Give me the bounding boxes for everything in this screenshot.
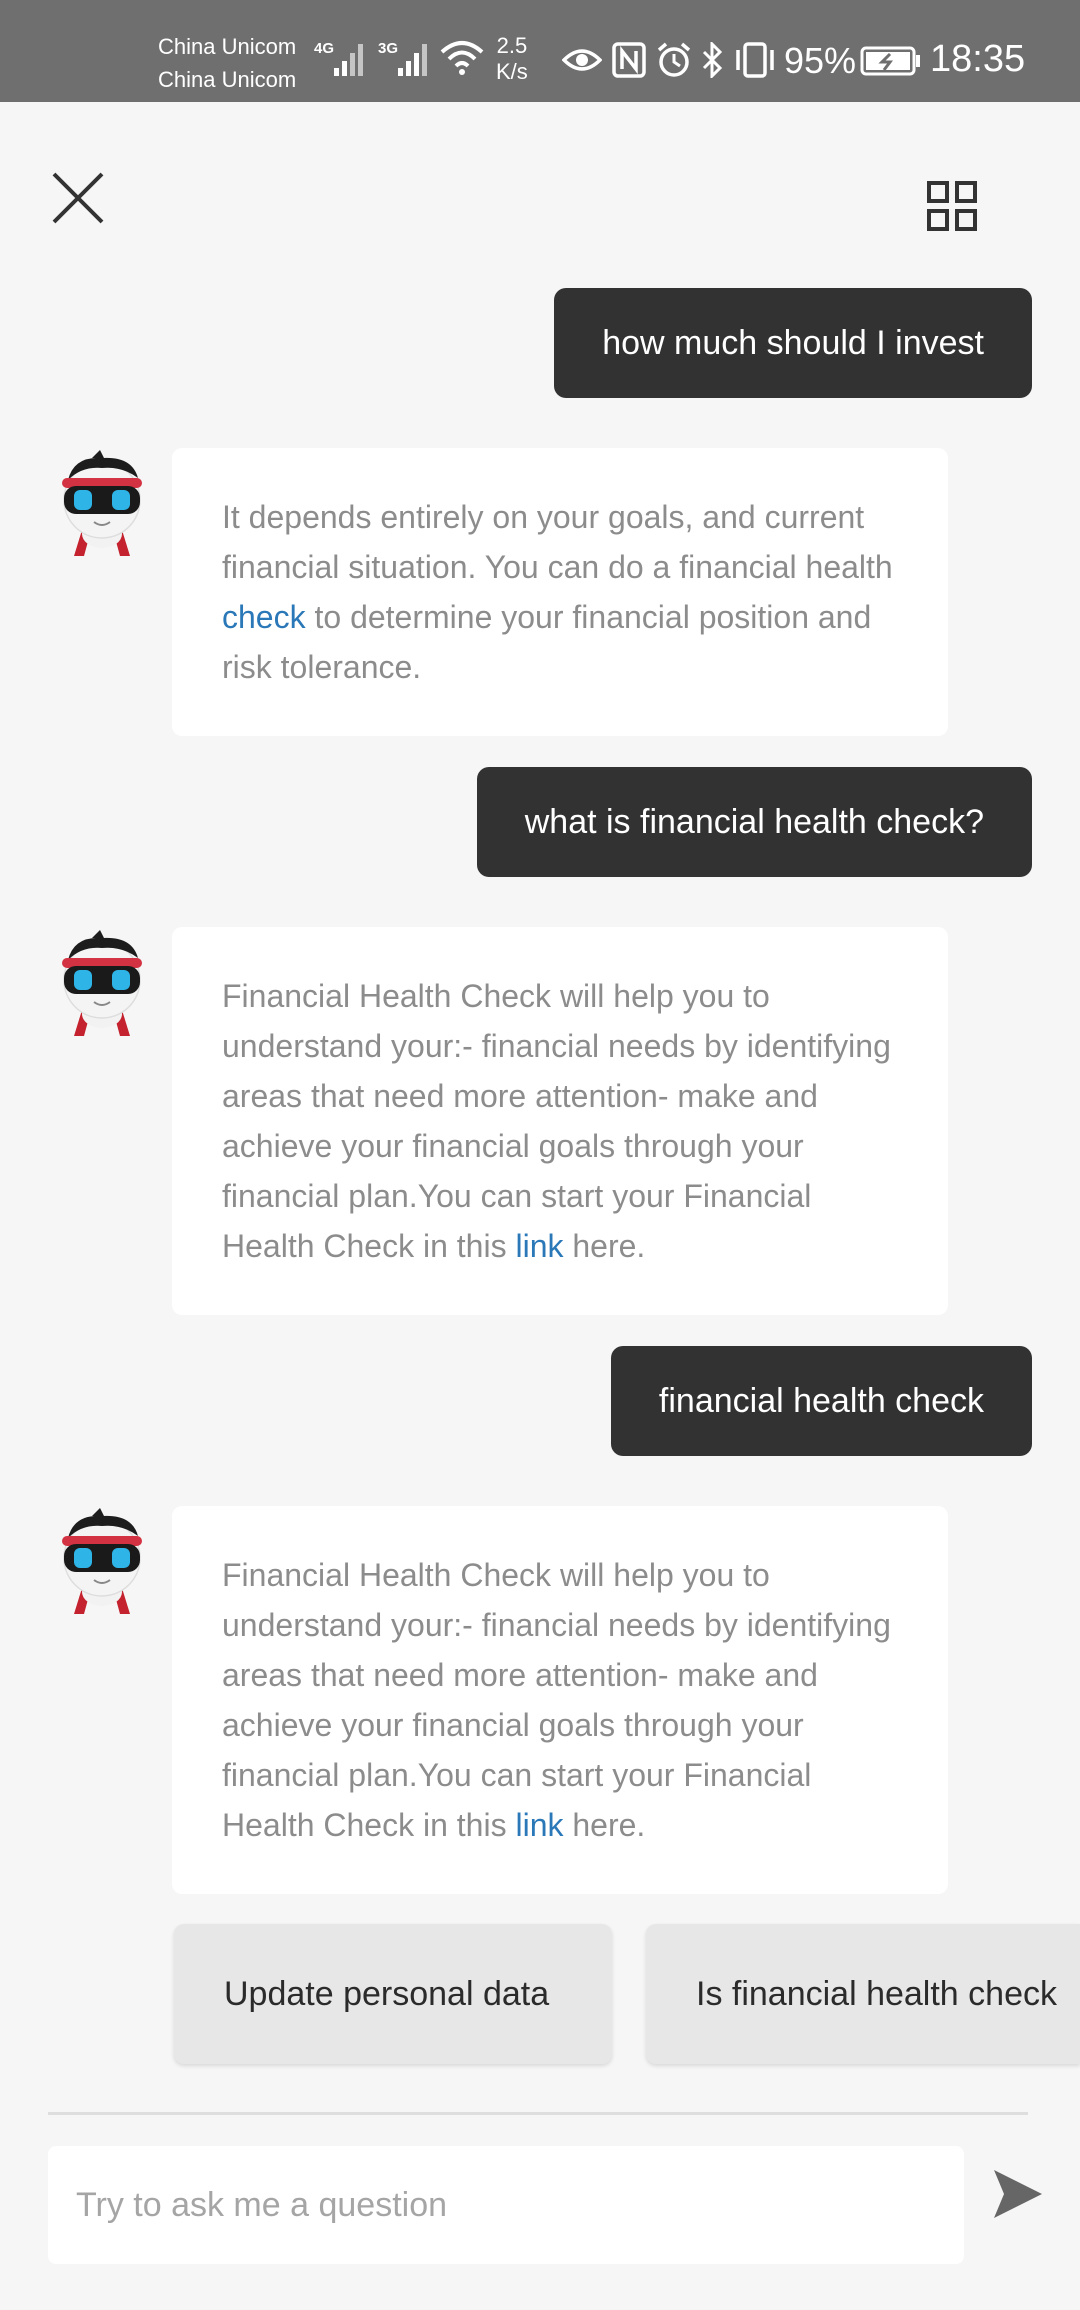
bot-message: It depends entirely on your goals, and c…	[172, 448, 948, 736]
network-type-1: 4G	[314, 40, 335, 57]
suggestion-chip[interactable]: Is financial health check	[646, 1924, 1080, 2064]
robot-avatar	[62, 1508, 142, 1614]
network-type-2: 3G	[378, 40, 399, 57]
battery-percent: 95%	[784, 40, 857, 81]
net-speed-value: 2.5	[496, 33, 528, 58]
health-check-link[interactable]: link	[515, 1228, 563, 1264]
health-check-link[interactable]: link	[515, 1807, 563, 1843]
question-input[interactable]: Try to ask me a question	[48, 2146, 964, 2264]
robot-avatar	[62, 450, 142, 556]
signal-icon-2	[398, 44, 427, 76]
net-speed: 2.5 K/s	[496, 33, 528, 85]
nfc-icon	[612, 42, 646, 78]
input-divider	[48, 2112, 1028, 2115]
net-speed-unit: K/s	[496, 59, 528, 84]
battery-icon	[860, 46, 920, 76]
carrier-1: China Unicom	[158, 34, 297, 59]
vibrate-icon	[736, 42, 774, 78]
robot-avatar	[62, 930, 142, 1036]
alarm-icon	[657, 42, 691, 77]
user-message: financial health check	[610, 1346, 1032, 1456]
wifi-icon	[440, 41, 484, 75]
carrier-2: China Unicom	[158, 67, 297, 92]
grid-icon[interactable]	[926, 180, 978, 232]
check-link[interactable]: check	[222, 599, 306, 635]
carrier-labels: China Unicom China Unicom	[158, 30, 296, 96]
clock: 18:35	[930, 38, 1026, 80]
bot-message: Financial Health Check will help you to …	[172, 1506, 948, 1894]
bot-message: Financial Health Check will help you to …	[172, 927, 948, 1315]
eye-icon	[562, 49, 602, 71]
user-message: how much should I invest	[554, 288, 1032, 398]
send-icon[interactable]	[990, 2166, 1046, 2222]
user-message: what is financial health check?	[476, 767, 1032, 877]
status-bar: China Unicom China Unicom 4G 3G 2.5 K/s	[0, 0, 1080, 102]
suggestion-chip[interactable]: Update personal data	[174, 1924, 612, 2064]
close-icon[interactable]	[50, 170, 106, 226]
signal-icon	[334, 44, 363, 76]
bluetooth-icon	[702, 42, 723, 78]
